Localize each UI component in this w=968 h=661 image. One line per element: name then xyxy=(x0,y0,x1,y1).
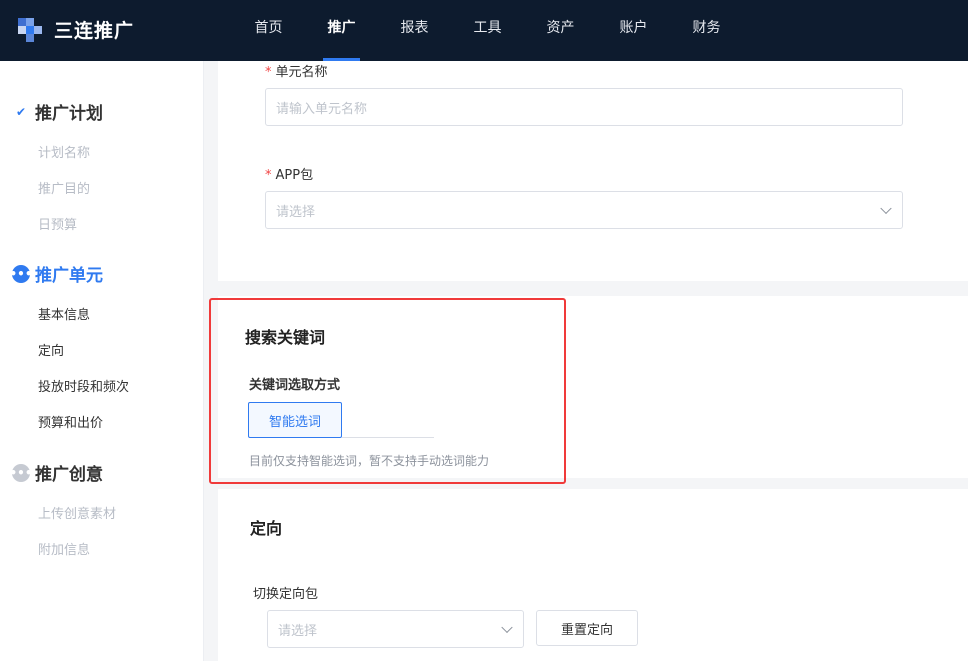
sidebar-section-unit[interactable]: ••• 推广单元 xyxy=(9,261,103,286)
sidebar-section-label: 推广计划 xyxy=(35,104,103,124)
nav-promotion[interactable]: 推广 xyxy=(305,0,378,61)
sidebar-item-extra-info[interactable]: 附加信息 xyxy=(38,539,90,558)
logo-icon xyxy=(18,14,48,44)
sidebar-item-daily-budget[interactable]: 日预算 xyxy=(38,214,77,233)
main-nav: 首页 推广 报表 工具 资产 账户 财务 xyxy=(232,0,743,61)
required-mark: * xyxy=(265,65,272,80)
sidebar-item-plan-goal[interactable]: 推广目的 xyxy=(38,178,90,197)
check-icon: ✔ xyxy=(15,104,27,119)
app-package-select[interactable]: 请选择 xyxy=(265,191,903,229)
sidebar-item-budget-bid[interactable]: 预算和出价 xyxy=(38,412,103,431)
sidebar-section-label: 推广创意 xyxy=(35,465,103,485)
nav-account[interactable]: 账户 xyxy=(597,0,670,61)
targeting-package-placeholder: 请选择 xyxy=(278,623,318,639)
nav-home[interactable]: 首页 xyxy=(232,0,305,61)
reset-targeting-button[interactable]: 重置定向 xyxy=(536,610,638,646)
unit-name-input[interactable]: 请输入单元名称 xyxy=(265,88,903,126)
nav-reports[interactable]: 报表 xyxy=(378,0,451,61)
sidebar-item-basic-info[interactable]: 基本信息 xyxy=(38,304,90,323)
app-package-placeholder: 请选择 xyxy=(276,204,316,220)
targeting-card: 定向 切换定向包 请选择 重置定向 xyxy=(218,489,968,661)
sidebar-item-upload-creative[interactable]: 上传创意素材 xyxy=(38,503,116,522)
app-title: 三连推广 xyxy=(54,19,135,42)
highlight-box xyxy=(209,298,566,484)
sidebar-section-creative[interactable]: ••• 推广创意 xyxy=(9,460,103,485)
targeting-package-label: 切换定向包 xyxy=(253,587,319,602)
unit-name-label: * 单元名称 xyxy=(265,65,328,80)
more-dots-icon: ••• xyxy=(9,463,33,482)
sidebar-item-plan-name[interactable]: 计划名称 xyxy=(38,142,90,161)
more-dots-icon: ••• xyxy=(9,264,33,283)
chevron-down-icon xyxy=(880,202,892,215)
required-mark: * xyxy=(265,168,272,183)
targeting-package-select[interactable]: 请选择 xyxy=(267,610,524,648)
nav-assets[interactable]: 资产 xyxy=(524,0,597,61)
chevron-down-icon xyxy=(501,621,513,634)
sidebar-section-plan[interactable]: ✔ 推广计划 xyxy=(12,99,103,124)
basic-info-card: * 单元名称 请输入单元名称 * APP包 请选择 xyxy=(218,61,968,281)
top-navbar: 三连推广 首页 推广 报表 工具 资产 账户 财务 xyxy=(0,0,968,61)
sidebar-section-label: 推广单元 xyxy=(35,266,103,286)
logo[interactable]: 三连推广 xyxy=(18,14,134,44)
app-package-label: * APP包 xyxy=(265,168,314,183)
sidebar-item-targeting[interactable]: 定向 xyxy=(38,340,64,359)
section-title: 定向 xyxy=(250,519,283,538)
sidebar: ✔ 推广计划 计划名称 推广目的 日预算 ••• 推广单元 基本信息 定向 投放… xyxy=(0,61,204,661)
sidebar-item-schedule[interactable]: 投放时段和频次 xyxy=(38,376,129,395)
nav-finance[interactable]: 财务 xyxy=(670,0,743,61)
nav-tools[interactable]: 工具 xyxy=(451,0,524,61)
